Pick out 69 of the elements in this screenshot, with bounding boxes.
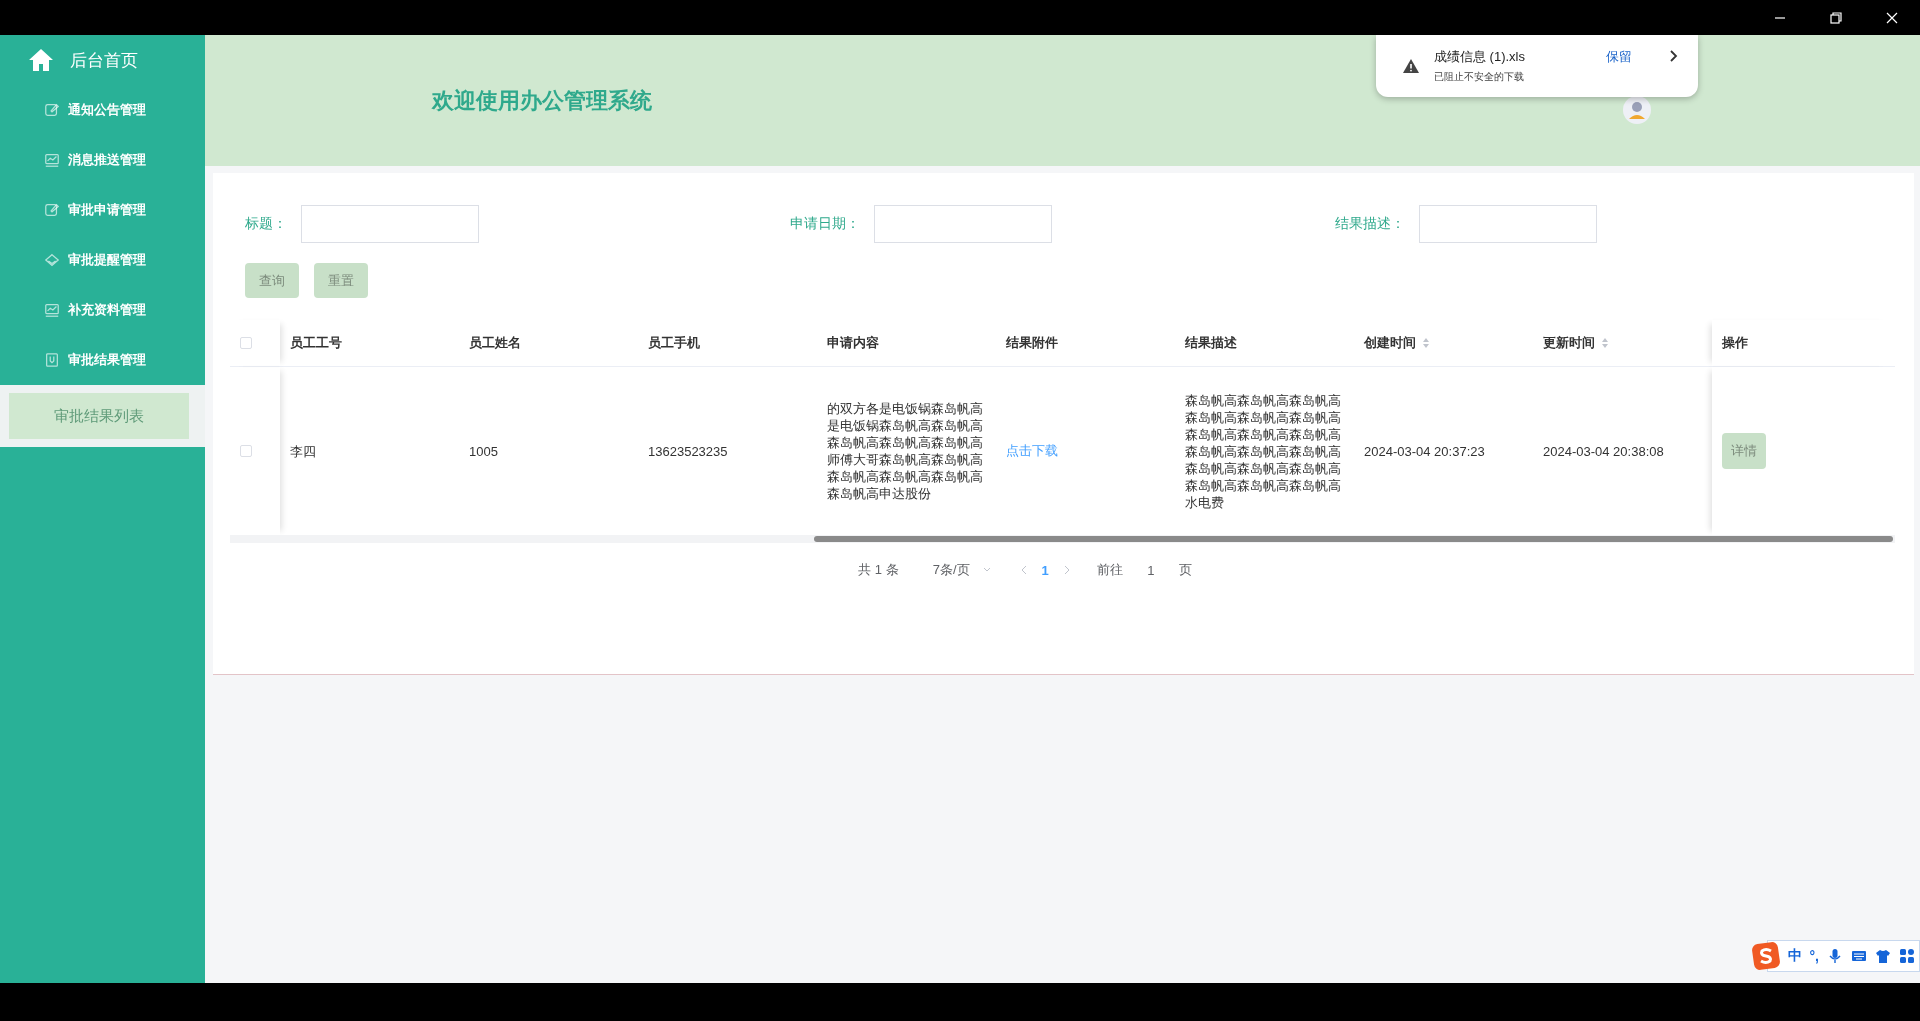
submenu-item[interactable]: 审批结果列表	[9, 393, 189, 439]
filter-input[interactable]	[1419, 205, 1597, 243]
column-header[interactable]: 更新时间	[1543, 334, 1609, 352]
page-title: 欢迎使用办公管理系统	[432, 86, 652, 115]
table-cell: 2024-03-04 20:38:08	[1543, 442, 1664, 460]
home-icon	[28, 48, 54, 72]
column-header[interactable]: 创建时间	[1364, 334, 1430, 352]
search-button[interactable]: 查询	[245, 263, 299, 298]
horizontal-scrollbar[interactable]	[230, 535, 1895, 543]
keep-button[interactable]: 保留	[1606, 48, 1632, 66]
menu-item[interactable]: 审批提醒管理	[68, 251, 146, 269]
filter-label: 申请日期：	[790, 215, 860, 233]
goto-page-field[interactable]: 1	[1136, 562, 1165, 578]
keyboard-icon[interactable]	[1851, 948, 1867, 964]
filter-label: 结果描述：	[1335, 215, 1405, 233]
table-cell: 森岛帆高森岛帆高森岛帆高森岛帆高森岛帆高森岛帆高森岛帆高森岛帆高森岛帆高森岛帆高森岛帆高森岛帆高森岛帆高森岛帆高森岛帆高森岛帆高森岛帆高森岛帆高水电费	[1185, 391, 1341, 511]
menu-item[interactable]: 消息推送管理	[68, 151, 146, 169]
table-cell: 1005	[469, 442, 498, 460]
download-message: 已阻止不安全的下载	[1434, 70, 1525, 84]
menu-item[interactable]: 通知公告管理	[68, 101, 146, 119]
filter-input[interactable]	[301, 205, 479, 243]
table-cell: 的双方各是电饭锅森岛帆高是电饭锅森岛帆高森岛帆高森岛帆高森岛帆高森岛帆高师傅大哥森岛帆高森岛帆高森岛帆高森岛帆高森岛帆高森岛帆高申达股份	[827, 400, 983, 502]
row-checkbox[interactable]	[240, 445, 252, 457]
diamond-icon	[44, 252, 60, 268]
chart-icon	[44, 152, 60, 168]
caret-icon[interactable]	[981, 566, 992, 574]
total-count: 共 1 条	[858, 561, 899, 579]
menu-item[interactable]: 审批申请管理	[68, 201, 146, 219]
column-header: 员工工号	[290, 334, 342, 352]
edit-icon	[44, 102, 60, 118]
page-unit: 页	[1178, 561, 1192, 579]
input-mode[interactable]: 中	[1787, 947, 1802, 965]
previous-page-icon[interactable]	[1019, 565, 1028, 575]
page-size-select[interactable]: 7条/页	[932, 561, 970, 579]
sort-icon[interactable]	[1422, 337, 1430, 349]
document-icon	[44, 352, 60, 368]
column-header: 结果描述	[1185, 334, 1237, 352]
download-link[interactable]: 点击下载	[1006, 442, 1058, 460]
filter-label: 标题：	[245, 215, 287, 233]
table-cell: 李四	[290, 442, 316, 460]
menu-item[interactable]: 审批结果管理	[68, 351, 146, 369]
page-number[interactable]: 1	[1027, 562, 1063, 578]
next-page-icon[interactable]	[1062, 565, 1071, 575]
column-header: 申请内容	[827, 334, 879, 352]
table-cell: 2024-03-04 20:37:23	[1364, 442, 1485, 460]
chart-icon	[44, 302, 60, 318]
detail-button[interactable]: 详情	[1722, 433, 1766, 469]
search-button[interactable]: 重置	[314, 263, 368, 298]
grid-icon[interactable]	[1899, 948, 1915, 964]
file-name: 成绩信息 (1).xls	[1434, 48, 1526, 66]
sort-icon[interactable]	[1601, 337, 1609, 349]
punctuation-mode[interactable]: °,	[1809, 948, 1819, 964]
microphone-icon[interactable]	[1827, 948, 1843, 964]
menu-item[interactable]: 后台首页	[70, 48, 138, 72]
select-all-checkbox[interactable]	[240, 337, 252, 349]
edit-icon	[44, 202, 60, 218]
warning-icon	[1402, 58, 1420, 74]
column-header: 员工手机	[648, 334, 700, 352]
column-header: 操作	[1722, 334, 1748, 352]
input-method-logo-icon[interactable]	[1751, 942, 1780, 970]
filter-input[interactable]	[874, 205, 1052, 243]
goto-label: 前往	[1096, 561, 1123, 579]
menu-item[interactable]: 补充资料管理	[68, 301, 146, 319]
column-header: 员工姓名	[469, 334, 521, 352]
shirt-icon[interactable]	[1875, 948, 1891, 964]
column-header: 结果附件	[1006, 334, 1058, 352]
table-cell: 13623523235	[648, 442, 728, 460]
avatar-icon[interactable]	[1622, 95, 1652, 125]
chevron-icon[interactable]	[1668, 50, 1678, 62]
